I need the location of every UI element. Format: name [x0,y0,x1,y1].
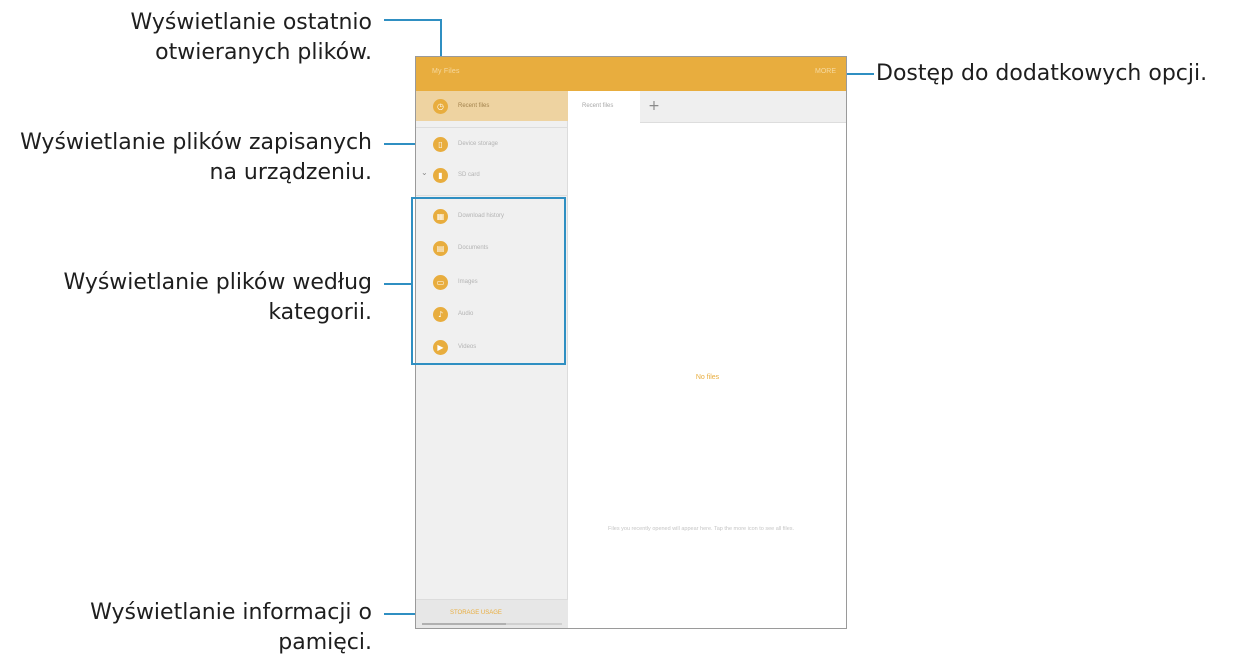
sidebar-item-label: Recent files [458,103,490,109]
add-tab-button[interactable]: + [644,91,664,123]
chevron-down-icon[interactable]: ⌄ [421,168,428,177]
tab-recent-files[interactable]: Recent files [568,91,640,123]
empty-state-title: No files [695,374,720,381]
callout-recent-files: Wyświetlanie ostatnio otwieranych plików… [131,8,372,68]
callout-connector [384,19,442,21]
callout-line: otwieranych plików. [155,40,372,65]
clock-icon: ◷ [433,98,448,114]
callout-connector [384,283,412,285]
sidebar-item-sd-card[interactable]: ⌄ ▮ SD card [416,160,568,190]
sd-card-icon: ▮ [433,167,448,183]
callout-line: Wyświetlanie ostatnio [130,10,372,35]
app-bar: My Files MORE [416,57,846,91]
tab-bar: Recent files + [568,91,846,123]
empty-state-description: Files you recently opened will appear he… [608,526,795,532]
sidebar-item-device-storage[interactable]: ▯ Device storage [416,129,568,159]
callout-more-options: Dostęp do dodatkowych opcji. [876,59,1207,89]
callout-line: Wyświetlanie plików zapisanych [20,130,372,155]
callout-line: Wyświetlanie plików według [63,270,372,295]
more-options-button[interactable]: MORE [815,68,836,75]
main-panel: Recent files + No files Files you recent… [568,91,846,628]
callout-line: kategorii. [268,300,372,325]
storage-usage-button[interactable]: STORAGE USAGE [416,599,568,628]
callout-line: na urządzeniu. [209,160,372,185]
callout-memory-info: Wyświetlanie informacji o pamięci. [90,598,372,658]
divider [416,195,568,196]
category-highlight-box [411,197,566,365]
storage-usage-track [422,623,562,625]
divider [416,127,568,128]
callout-device-storage: Wyświetlanie plików zapisanych na urządz… [20,128,372,188]
phone-icon: ▯ [433,136,448,152]
callout-line: pamięci. [278,630,372,655]
callout-line: Dostęp do dodatkowych opcji. [876,61,1208,86]
sidebar-item-recent-files[interactable]: ◷ Recent files [416,91,568,121]
sidebar-item-label: Device storage [458,141,499,147]
storage-usage-fill [422,623,506,625]
app-title: My Files [432,68,460,75]
sidebar-item-label: SD card [458,172,480,178]
callout-line: Wyświetlanie informacji o [90,600,372,625]
storage-usage-label: STORAGE USAGE [450,610,502,616]
callout-categories: Wyświetlanie plików według kategorii. [63,268,372,328]
